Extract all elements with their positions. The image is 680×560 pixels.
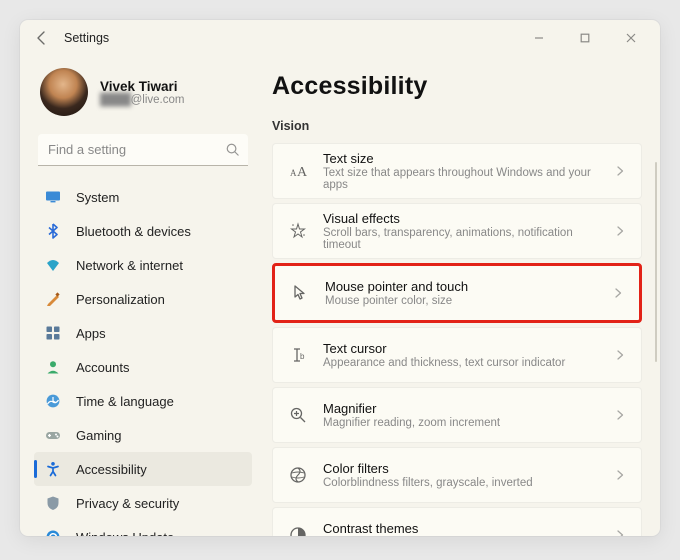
card-subtitle: Mouse pointer color, size: [325, 295, 597, 307]
titlebar: Settings: [20, 20, 660, 56]
sidebar-item-label: Privacy & security: [76, 496, 179, 511]
card-title: Text cursor: [323, 341, 599, 356]
sidebar-item-label: System: [76, 190, 119, 205]
sidebar-item-gaming[interactable]: Gaming: [34, 418, 252, 452]
navigation-sidebar: Vivek Tiwari ████@live.com System Bluetoo…: [20, 56, 262, 536]
visual-effects-icon: [287, 220, 309, 242]
main-content: Accessibility Vision AA Text size Text s…: [262, 56, 660, 536]
card-text-size[interactable]: AA Text size Text size that appears thro…: [272, 143, 642, 199]
sidebar-item-update[interactable]: Windows Update: [34, 520, 252, 536]
sidebar-item-label: Bluetooth & devices: [76, 224, 191, 239]
sidebar-item-network[interactable]: Network & internet: [34, 248, 252, 282]
maximize-button[interactable]: [562, 22, 608, 54]
sidebar-item-label: Apps: [76, 326, 106, 341]
card-title: Text size: [323, 151, 599, 166]
sidebar-item-time[interactable]: Time & language: [34, 384, 252, 418]
close-button[interactable]: [608, 22, 654, 54]
sidebar-item-label: Accounts: [76, 360, 129, 375]
sidebar-item-apps[interactable]: Apps: [34, 316, 252, 350]
app-title: Settings: [64, 31, 109, 45]
scrollbar[interactable]: [655, 162, 658, 362]
card-title: Contrast themes: [323, 521, 599, 536]
sidebar-item-bluetooth[interactable]: Bluetooth & devices: [34, 214, 252, 248]
card-subtitle: Appearance and thickness, text cursor in…: [323, 357, 599, 369]
sidebar-item-label: Gaming: [76, 428, 122, 443]
svg-text:A: A: [290, 168, 297, 178]
gaming-icon: [44, 426, 62, 444]
color-filters-icon: [287, 464, 309, 486]
card-magnifier[interactable]: Magnifier Magnifier reading, zoom increm…: [272, 387, 642, 443]
apps-icon: [44, 324, 62, 342]
bluetooth-icon: [44, 222, 62, 240]
time-icon: [44, 392, 62, 410]
card-contrast[interactable]: Contrast themes Color themes for low vis…: [272, 507, 642, 536]
card-mouse[interactable]: Mouse pointer and touch Mouse pointer co…: [272, 263, 642, 323]
search-input[interactable]: [38, 134, 248, 166]
chevron-right-icon: [613, 348, 627, 362]
sidebar-item-accounts[interactable]: Accounts: [34, 350, 252, 384]
card-visual-effects[interactable]: Visual effects Scroll bars, transparency…: [272, 203, 642, 259]
card-title: Mouse pointer and touch: [325, 279, 597, 294]
accounts-icon: [44, 358, 62, 376]
text-size-icon: AA: [287, 160, 309, 182]
card-subtitle: Magnifier reading, zoom increment: [323, 417, 599, 429]
card-title: Visual effects: [323, 211, 599, 226]
chevron-right-icon: [613, 468, 627, 482]
profile-email: ████@live.com: [100, 94, 184, 106]
update-icon: [44, 528, 62, 536]
card-text-cursor[interactable]: b Text cursor Appearance and thickness, …: [272, 327, 642, 383]
minimize-button[interactable]: [516, 22, 562, 54]
sidebar-item-label: Accessibility: [76, 462, 147, 477]
privacy-icon: [44, 494, 62, 512]
search-box[interactable]: [38, 134, 248, 166]
sidebar-item-personalization[interactable]: Personalization: [34, 282, 252, 316]
network-icon: [44, 256, 62, 274]
sidebar-item-label: Network & internet: [76, 258, 183, 273]
personalization-icon: [44, 290, 62, 308]
text-cursor-icon: b: [287, 344, 309, 366]
avatar: [40, 68, 88, 116]
system-icon: [44, 188, 62, 206]
settings-window: Settings Vivek Tiwari ████@live.com Syst…: [20, 20, 660, 536]
sidebar-item-label: Windows Update: [76, 530, 174, 537]
svg-text:A: A: [297, 165, 308, 180]
contrast-icon: [287, 524, 309, 536]
sidebar-item-system[interactable]: System: [34, 180, 252, 214]
profile-name: Vivek Tiwari: [100, 79, 184, 94]
page-title: Accessibility: [272, 72, 642, 101]
chevron-right-icon: [613, 528, 627, 536]
card-subtitle: Scroll bars, transparency, animations, n…: [323, 227, 599, 251]
magnifier-icon: [287, 404, 309, 426]
svg-text:b: b: [300, 352, 305, 361]
card-title: Magnifier: [323, 401, 599, 416]
sidebar-item-label: Time & language: [76, 394, 174, 409]
search-icon: [225, 142, 240, 157]
card-subtitle: Colorblindness filters, grayscale, inver…: [323, 477, 599, 489]
sidebar-item-label: Personalization: [76, 292, 165, 307]
sidebar-item-accessibility[interactable]: Accessibility: [34, 452, 252, 486]
back-icon[interactable]: [34, 30, 50, 46]
chevron-right-icon: [613, 408, 627, 422]
accessibility-icon: [44, 460, 62, 478]
card-color-filters[interactable]: Color filters Colorblindness filters, gr…: [272, 447, 642, 503]
chevron-right-icon: [613, 224, 627, 238]
section-label: Vision: [272, 119, 642, 133]
chevron-right-icon: [611, 286, 625, 300]
chevron-right-icon: [613, 164, 627, 178]
sidebar-item-privacy[interactable]: Privacy & security: [34, 486, 252, 520]
card-title: Color filters: [323, 461, 599, 476]
mouse-icon: [289, 282, 311, 304]
card-subtitle: Text size that appears throughout Window…: [323, 167, 599, 191]
profile-block[interactable]: Vivek Tiwari ████@live.com: [34, 64, 252, 128]
